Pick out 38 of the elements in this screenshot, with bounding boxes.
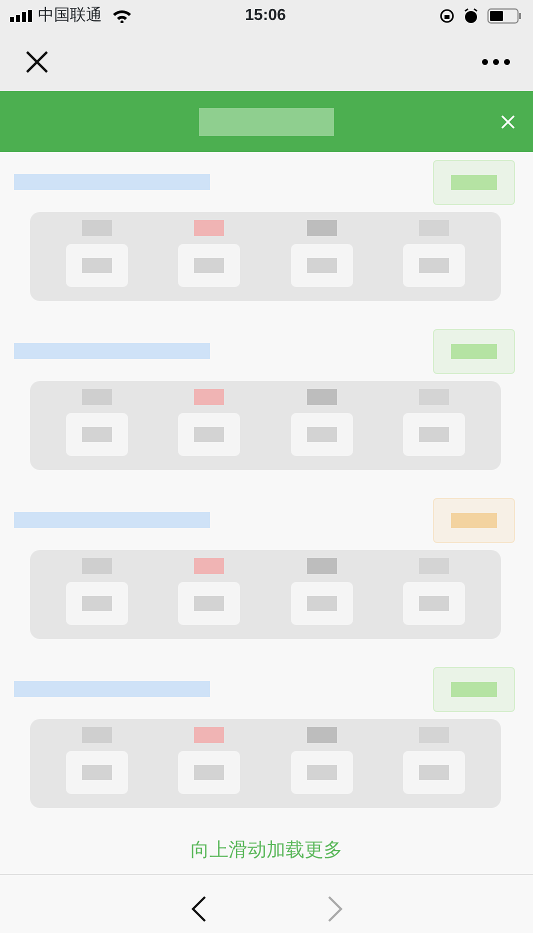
signal-icon [10,10,34,22]
redacted-block [194,727,224,743]
redacted-block [451,512,497,528]
more-icon[interactable] [481,58,511,66]
close-icon[interactable] [26,50,48,72]
redacted-block [451,344,497,358]
redacted-block [194,765,224,780]
redacted-block [82,596,112,611]
redacted-block [82,427,112,442]
redacted-block [306,765,337,780]
wifi-icon [112,9,132,23]
redacted-block [418,427,449,442]
redacted-block [306,258,337,273]
carrier-name: 中国联通 [38,6,102,26]
redacted-block [82,258,112,273]
redacted-block [306,727,337,743]
redacted-block [418,258,449,273]
redacted-block [451,682,497,696]
redacted-block [194,596,224,611]
redacted-block [194,258,224,273]
redacted-block [306,389,337,405]
redacted-block [194,558,224,574]
battery-icon [486,8,523,24]
redacted-block [194,427,224,442]
load-more-hint: 向上滑动加载更多 [190,839,344,863]
clock-time: 15:06 [245,6,286,26]
redacted-block [194,220,224,236]
redacted-block [82,765,112,780]
redacted-block [306,558,337,574]
redacted-block [194,389,224,405]
redacted-block [451,174,497,190]
redacted-block [306,596,337,611]
redacted-block [418,596,449,611]
redacted-block [418,765,449,780]
redacted-block [306,427,337,442]
rotation-lock-icon [438,8,455,24]
redacted-block [306,220,337,236]
alarm-icon [462,8,479,24]
